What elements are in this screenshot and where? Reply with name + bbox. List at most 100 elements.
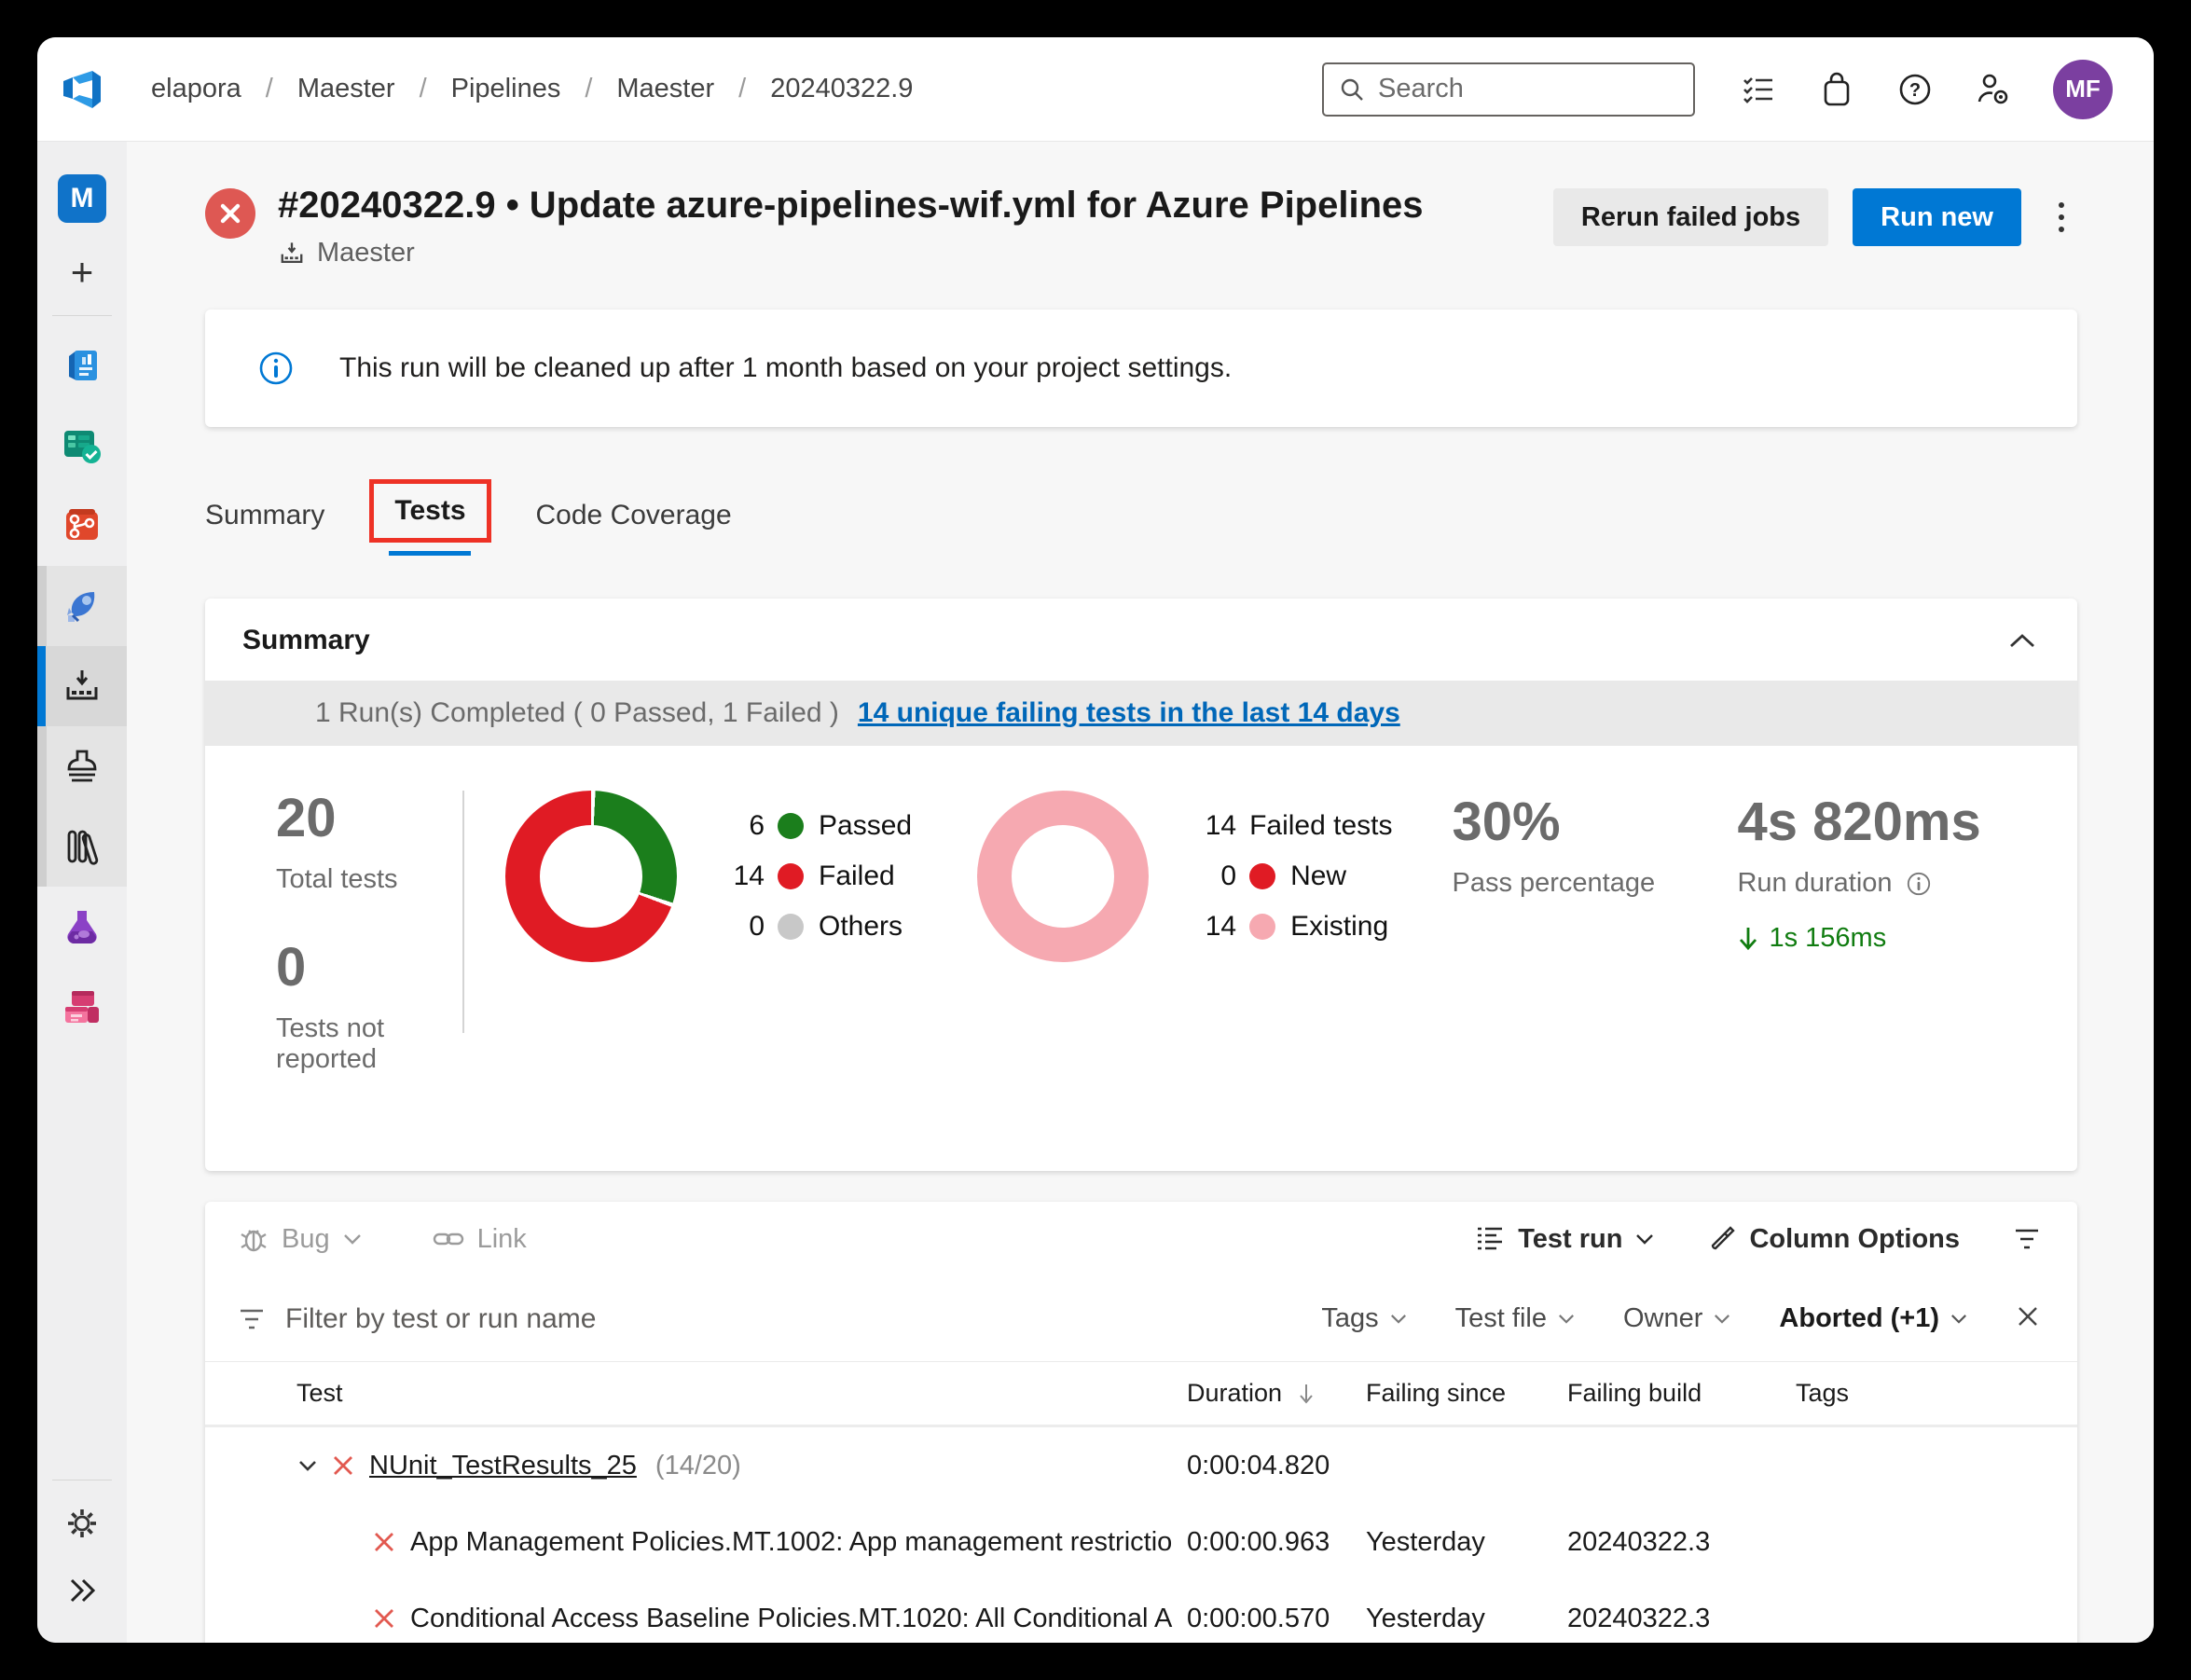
test-results-legend: 6 Passed 14 Failed 0 Others: [725, 810, 912, 943]
main-content: #20240322.9 • Update azure-pipelines-wif…: [127, 142, 2154, 1643]
sidebar-item-repos[interactable]: [37, 486, 127, 566]
toggle-filter-icon[interactable]: [2014, 1228, 2040, 1250]
user-settings-icon[interactable]: [1975, 71, 2012, 108]
breadcrumb-project[interactable]: Maester: [297, 74, 395, 104]
clear-filter-icon[interactable]: [2016, 1304, 2040, 1333]
duration-cell: 0:00:04.820: [1187, 1450, 1330, 1480]
search-box[interactable]: [1322, 62, 1695, 117]
breadcrumb-pipelines[interactable]: Pipelines: [451, 74, 561, 104]
search-input[interactable]: [1378, 74, 1658, 104]
annotation-box: Tests: [369, 479, 491, 543]
banner-text: This run will be cleaned up after 1 mont…: [339, 352, 1233, 383]
filter-input[interactable]: [285, 1302, 845, 1335]
sidebar-item-test-plans[interactable]: [37, 887, 127, 967]
pass-percentage-value: 30%: [1452, 792, 1561, 852]
library-columns-icon: [67, 830, 99, 865]
column-header-duration[interactable]: Duration: [1187, 1379, 1366, 1408]
rerun-failed-jobs-button[interactable]: Rerun failed jobs: [1552, 188, 1829, 246]
azure-devops-logo[interactable]: [37, 68, 127, 111]
gear-icon: [68, 1509, 96, 1537]
test-name[interactable]: Conditional Access Baseline Policies.MT.…: [410, 1604, 1172, 1634]
column-header-test[interactable]: Test: [205, 1379, 1187, 1408]
sidebar-item-project-avatar[interactable]: M: [37, 158, 127, 239]
table-row[interactable]: Conditional Access Baseline Policies.MT.…: [205, 1580, 2077, 1643]
pipeline-name-link[interactable]: Maester: [317, 238, 415, 269]
test-run-count: (14/20): [655, 1450, 741, 1480]
tab-tests[interactable]: Tests: [369, 479, 491, 556]
outcome-filter-dropdown[interactable]: Aborted (+1): [1779, 1303, 1967, 1334]
sidebar-item-library[interactable]: [37, 806, 127, 887]
collapse-chevron-icon[interactable]: [2008, 632, 2036, 649]
chevron-down-icon: [1951, 1314, 1966, 1324]
legend-row-others: 0 Others: [749, 911, 903, 942]
info-icon: [259, 351, 293, 385]
column-header-tags[interactable]: Tags: [1796, 1379, 2077, 1408]
duration-info-icon[interactable]: [1906, 871, 1932, 897]
table-row[interactable]: NUnit_TestResults_25 (14/20) 0:00:04.820: [205, 1427, 2077, 1504]
column-header-failing-since[interactable]: Failing since: [1366, 1379, 1567, 1408]
results-card: Bug Link Test run Column Options Filter …: [205, 1202, 2077, 1643]
column-options-button[interactable]: Column Options: [1708, 1224, 1960, 1255]
boxes-icon: [65, 991, 99, 1023]
column-header-failing-build[interactable]: Failing build: [1567, 1379, 1796, 1408]
failing-build-cell: 20240322.3: [1567, 1526, 1711, 1557]
top-bar: elapora / Maester / Pipelines / Maester …: [37, 37, 2154, 142]
sidebar-item-settings[interactable]: [37, 1490, 127, 1557]
marketplace-bag-icon[interactable]: [1818, 71, 1855, 108]
tags-filter-dropdown[interactable]: Tags: [1321, 1303, 1406, 1334]
pipeline-icon: [281, 241, 303, 263]
test-results-donut-chart: [505, 791, 677, 962]
sidebar-item-collapse[interactable]: [37, 1557, 127, 1624]
breadcrumb-pipeline[interactable]: Maester: [616, 74, 714, 104]
plus-icon: +: [70, 250, 94, 294]
run-duration-value: 4s 820ms: [1737, 792, 1981, 852]
breadcrumb-run[interactable]: 20240322.9: [770, 74, 913, 104]
app-window: elapora / Maester / Pipelines / Maester …: [37, 37, 2154, 1643]
more-options-icon[interactable]: [2046, 193, 2077, 241]
sidebar-item-releases[interactable]: [37, 646, 127, 726]
run-new-button[interactable]: Run new: [1853, 188, 2021, 246]
tab-code-coverage[interactable]: Code Coverage: [536, 500, 732, 556]
search-icon: [1341, 78, 1363, 101]
duration-delta-value: 1s 156ms: [1769, 923, 1887, 953]
sidebar-item-artifacts[interactable]: [37, 967, 127, 1047]
breadcrumb: elapora / Maester / Pipelines / Maester …: [151, 74, 913, 104]
sidebar-item-pipelines[interactable]: [37, 566, 127, 646]
runs-completed-text: 1 Run(s) Completed ( 0 Passed, 1 Failed …: [315, 697, 839, 728]
group-list-icon: [1478, 1227, 1503, 1250]
active-tab-underline: [389, 551, 472, 556]
duration-cell: 0:00:00.570: [1187, 1603, 1330, 1633]
failing-tests-link[interactable]: 14 unique failing tests in the last 14 d…: [858, 697, 1400, 729]
group-by-test-run-dropdown[interactable]: Test run: [1475, 1224, 1654, 1255]
others-dot: [778, 914, 804, 940]
link-button[interactable]: Link: [433, 1224, 527, 1255]
task-list-icon[interactable]: [1740, 71, 1777, 108]
tab-summary[interactable]: Summary: [205, 500, 324, 556]
bug-button[interactable]: Bug: [239, 1224, 362, 1255]
test-run-link[interactable]: NUnit_TestResults_25: [369, 1451, 637, 1481]
breadcrumb-separator: /: [265, 74, 273, 103]
azure-devops-logo-icon: [63, 70, 101, 108]
pass-percentage-label: Pass percentage: [1452, 868, 1656, 898]
passed-dot: [778, 813, 804, 839]
expand-chevron-icon[interactable]: [298, 1460, 317, 1472]
test-file-filter-dropdown[interactable]: Test file: [1455, 1303, 1575, 1334]
owner-filter-dropdown[interactable]: Owner: [1623, 1303, 1730, 1334]
breadcrumb-separator: /: [585, 74, 593, 103]
sidebar: M +: [37, 142, 127, 1643]
sidebar-item-boards[interactable]: [37, 406, 127, 486]
failed-x-icon: [375, 1609, 393, 1628]
test-name[interactable]: App Management Policies.MT.1002: App man…: [410, 1527, 1172, 1558]
avatar[interactable]: MF: [2053, 59, 2113, 119]
breadcrumb-org[interactable]: elapora: [151, 74, 241, 104]
project-avatar: M: [58, 174, 106, 223]
table-row[interactable]: App Management Policies.MT.1002: App man…: [205, 1504, 2077, 1580]
sidebar-item-environments[interactable]: [37, 726, 127, 806]
sidebar-item-add-project[interactable]: +: [37, 239, 127, 306]
help-icon[interactable]: ?: [1896, 71, 1934, 108]
sidebar-item-overview[interactable]: [37, 325, 127, 406]
arrow-down-icon: [1740, 927, 1757, 950]
legend-row-passed: 6 Passed: [749, 810, 913, 841]
chevron-down-icon: [343, 1233, 361, 1245]
legend-row-new: 0 New: [1220, 861, 1347, 891]
